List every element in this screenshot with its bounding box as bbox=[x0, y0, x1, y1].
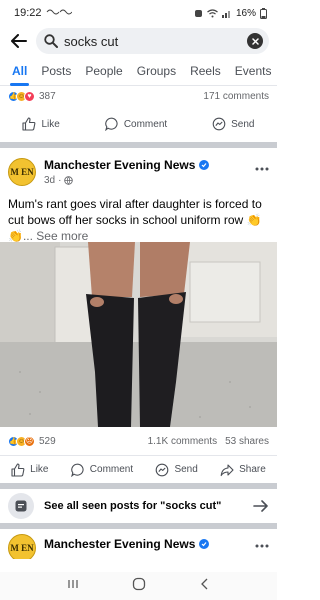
thumbs-up-icon bbox=[22, 117, 36, 131]
verified-badge-icon bbox=[199, 539, 210, 549]
post-reaction-icons: 👍 ☺ ☹ bbox=[8, 435, 35, 447]
like-button[interactable]: Like bbox=[22, 117, 60, 131]
battery-level: 16% bbox=[235, 7, 256, 19]
post-like-label: Like bbox=[30, 464, 49, 475]
socks-photo bbox=[0, 242, 277, 427]
post-comment-label: Comment bbox=[89, 464, 134, 475]
angry-reaction-icon: ☹ bbox=[24, 435, 35, 447]
tab-events[interactable]: Events bbox=[228, 56, 279, 86]
clear-search-button[interactable] bbox=[247, 33, 263, 49]
comment-button[interactable]: Comment bbox=[104, 117, 168, 131]
reaction-count: 387 bbox=[39, 90, 56, 102]
post-send-button[interactable]: Send bbox=[155, 463, 198, 477]
search-header bbox=[0, 26, 277, 56]
tab-all[interactable]: All bbox=[10, 56, 34, 86]
system-back-button[interactable] bbox=[200, 577, 210, 595]
clock: 19:22 bbox=[14, 7, 42, 19]
reaction-icons: 👍 ☺ ♥ bbox=[8, 90, 35, 102]
next-page-avatar[interactable]: M EN bbox=[8, 534, 36, 559]
messenger-icon bbox=[156, 463, 169, 476]
more-dots-icon bbox=[255, 544, 269, 548]
messenger-icon bbox=[212, 117, 226, 131]
comment-count[interactable]: 171 comments bbox=[203, 91, 269, 102]
system-nav-bar bbox=[0, 572, 277, 600]
post-share-count[interactable]: 53 shares bbox=[225, 436, 269, 447]
post-header-info: Manchester Evening News 3d · bbox=[44, 158, 210, 186]
see-more-link[interactable]: ... See more bbox=[23, 229, 88, 243]
meta-separator: · bbox=[58, 175, 62, 186]
next-more-options-button[interactable] bbox=[255, 535, 269, 551]
status-bar: 19:22 16% bbox=[0, 0, 277, 26]
back-button[interactable] bbox=[8, 30, 30, 52]
alarm-icon bbox=[194, 9, 202, 17]
send-button[interactable]: Send bbox=[212, 117, 255, 131]
recent-apps-icon bbox=[68, 580, 78, 588]
more-dots-icon bbox=[255, 167, 269, 171]
post-time[interactable]: 3d bbox=[44, 175, 55, 186]
search-icon bbox=[44, 34, 58, 48]
search-input[interactable] bbox=[64, 33, 241, 49]
post-body: Mum's rant goes viral after daughter is … bbox=[0, 196, 277, 243]
status-right: 16% bbox=[194, 7, 267, 19]
next-page-name-row: Manchester Evening News bbox=[44, 537, 210, 551]
tab-people[interactable]: People bbox=[78, 56, 129, 86]
post-reaction-count: 529 bbox=[39, 435, 56, 447]
tab-posts[interactable]: Posts bbox=[34, 56, 78, 86]
see-all-seen-posts[interactable]: See all seen posts for "socks cut" bbox=[0, 483, 277, 529]
arrow-right-icon bbox=[253, 500, 268, 512]
chevron-left-icon bbox=[201, 578, 208, 590]
signal-icon bbox=[221, 10, 230, 18]
next-avatar-logo-text: M EN bbox=[10, 543, 34, 553]
post-share-label: Share bbox=[239, 464, 266, 475]
post-image[interactable] bbox=[0, 242, 277, 427]
tab-reels[interactable]: Reels bbox=[183, 56, 228, 86]
post-send-label: Send bbox=[174, 464, 198, 475]
status-left: 19:22 bbox=[14, 7, 72, 19]
post-list-icon bbox=[15, 500, 27, 512]
post-engagement: 1.1K comments 53 shares bbox=[148, 436, 269, 447]
reaction-summary[interactable]: 👍 ☺ ♥ 387 bbox=[8, 90, 56, 102]
recent-apps-button[interactable] bbox=[67, 577, 79, 595]
close-icon bbox=[251, 37, 259, 45]
post-meta: 3d · bbox=[44, 175, 209, 186]
page-name-row: Manchester Evening News bbox=[44, 158, 210, 172]
post-header: M EN Manchester Evening News 3d · bbox=[0, 148, 277, 196]
post-share-button[interactable]: Share bbox=[220, 463, 266, 477]
page-avatar[interactable]: M EN bbox=[8, 158, 36, 186]
post-comment-button[interactable]: Comment bbox=[70, 463, 134, 477]
page-name[interactable]: Manchester Evening News bbox=[44, 158, 195, 172]
tab-groups[interactable]: Groups bbox=[130, 56, 183, 86]
notification-icons bbox=[46, 7, 72, 19]
battery-icon bbox=[260, 7, 267, 19]
wifi-icon bbox=[207, 8, 218, 17]
home-button[interactable] bbox=[132, 577, 146, 596]
like-label: Like bbox=[41, 118, 60, 130]
more-options-button[interactable] bbox=[255, 158, 269, 174]
send-label: Send bbox=[231, 118, 255, 130]
home-icon bbox=[133, 577, 146, 590]
next-page-name[interactable]: Manchester Evening News bbox=[44, 537, 195, 551]
thumbs-up-icon bbox=[11, 462, 25, 477]
globe-icon bbox=[64, 176, 74, 185]
post-comment-count[interactable]: 1.1K comments bbox=[148, 436, 217, 447]
comment-icon bbox=[104, 117, 118, 131]
see-all-icon-wrap bbox=[8, 493, 34, 519]
next-post-header: M EN Manchester Evening News bbox=[0, 529, 277, 559]
see-all-label: See all seen posts for "socks cut" bbox=[44, 500, 222, 512]
search-filter-tabs: All Posts People Groups Reels Events bbox=[0, 56, 277, 86]
comment-icon bbox=[70, 463, 84, 477]
post-stats: 👍 ☺ ☹ 529 1.1K comments 53 shares bbox=[0, 427, 277, 455]
arrow-left-icon bbox=[11, 34, 27, 48]
comment-label: Comment bbox=[123, 118, 168, 130]
avatar-logo-text: M EN bbox=[10, 167, 34, 177]
post-reaction-summary[interactable]: 👍 ☺ ☹ 529 bbox=[8, 435, 56, 447]
share-arrow-icon bbox=[220, 463, 234, 476]
post-actions: Like Comment Send Share bbox=[0, 455, 277, 483]
verified-badge-icon bbox=[199, 160, 210, 170]
search-box[interactable] bbox=[36, 28, 269, 54]
post-like-button[interactable]: Like bbox=[11, 462, 49, 477]
love-reaction-icon: ♥ bbox=[24, 90, 35, 102]
prev-post-stats: 👍 ☺ ♥ 387 171 comments bbox=[0, 86, 277, 106]
prev-post-actions: Like Comment Send bbox=[0, 106, 277, 142]
